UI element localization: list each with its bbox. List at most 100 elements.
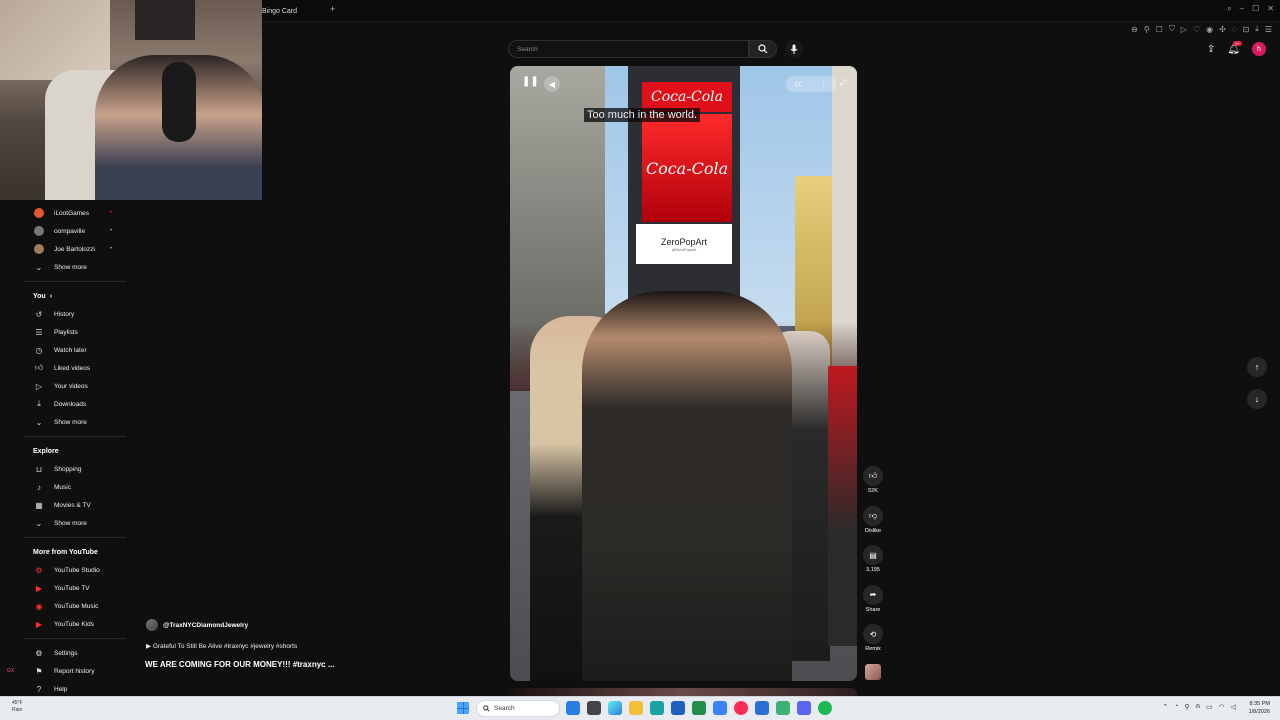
windows-start-icon[interactable] bbox=[457, 702, 469, 714]
volume-icon[interactable]: ◀ bbox=[544, 76, 560, 92]
account-avatar[interactable]: h bbox=[1252, 42, 1266, 56]
you-show-more[interactable]: ⌄ Show more bbox=[24, 413, 126, 431]
sidebar-item-label: Music bbox=[54, 483, 71, 491]
taskbar-app-icon[interactable] bbox=[566, 701, 580, 715]
fullscreen-icon[interactable]: ⤢ bbox=[840, 78, 852, 90]
channel-info[interactable]: @TraxNYCDiamondJewelry bbox=[146, 619, 248, 631]
more-options-icon[interactable]: ⋮ bbox=[820, 80, 827, 88]
new-tab-button[interactable]: + bbox=[330, 4, 335, 14]
zoom-icon[interactable]: ⊖ bbox=[1131, 25, 1138, 34]
share-action[interactable]: ➦ Share bbox=[862, 584, 884, 625]
extension-icon[interactable]: ◉ bbox=[1206, 25, 1213, 34]
chat-icon[interactable]: ◌ bbox=[1232, 25, 1237, 34]
spotify-icon[interactable] bbox=[818, 701, 832, 715]
menu-icon[interactable]: ☰ bbox=[1265, 25, 1272, 34]
sidebar-item-your-videos[interactable]: ▷ Your videos bbox=[24, 377, 126, 395]
wifi-icon[interactable]: ◠ bbox=[1219, 703, 1225, 711]
file-explorer-icon[interactable] bbox=[629, 701, 643, 715]
xbox-icon[interactable] bbox=[692, 701, 706, 715]
sidebar-item-music[interactable]: ♪ Music bbox=[24, 478, 126, 496]
mic-icon[interactable]: ⍝ bbox=[1196, 703, 1200, 711]
edge-icon[interactable] bbox=[650, 701, 664, 715]
browser-tab[interactable]: Bingo Card bbox=[262, 4, 297, 18]
download-icon[interactable]: ⤓ bbox=[1255, 24, 1259, 34]
sound-thumbnail[interactable] bbox=[865, 663, 881, 680]
weather-widget[interactable]: 45°F Rain bbox=[12, 700, 23, 714]
opera-gx-icon[interactable] bbox=[734, 701, 748, 715]
subscriptions-show-more[interactable]: ⌄ Show more bbox=[24, 258, 126, 276]
comment-icon[interactable]: ▤ bbox=[863, 545, 883, 565]
notifications-bell-icon[interactable]: 🔔︎ 9+ bbox=[1227, 40, 1242, 55]
store-icon[interactable] bbox=[671, 701, 685, 715]
notification-count-badge: 9+ bbox=[1233, 40, 1242, 46]
remix-action[interactable]: ⟲ Remix bbox=[862, 624, 884, 664]
close-icon[interactable]: ✕ bbox=[1267, 4, 1274, 14]
taskbar-search[interactable]: Search bbox=[476, 700, 560, 717]
volume-icon[interactable]: ◁ bbox=[1231, 703, 1236, 711]
minimize-icon[interactable]: – bbox=[1240, 4, 1244, 14]
sidebar-item-subscription[interactable]: iLootGames • bbox=[24, 204, 126, 222]
sidebar-item-youtube-studio[interactable]: ⚙ YouTube Studio bbox=[24, 561, 126, 579]
heart-icon[interactable]: ♡ bbox=[1193, 25, 1200, 34]
search-button[interactable] bbox=[749, 40, 777, 58]
next-short-button[interactable]: ↓ bbox=[1247, 389, 1267, 409]
search-tabs-icon[interactable]: ⌕ bbox=[1227, 4, 1231, 14]
sidebar-item-movies-tv[interactable]: ▦ Movies & TV bbox=[24, 496, 126, 514]
upload-icon[interactable]: ⇪ bbox=[1207, 44, 1215, 55]
maximize-icon[interactable]: ☐ bbox=[1252, 4, 1259, 14]
remix-icon[interactable]: ⟲ bbox=[863, 624, 883, 644]
explore-show-more[interactable]: ⌄ Show more bbox=[24, 514, 126, 532]
discord-icon[interactable] bbox=[797, 701, 811, 715]
video-description[interactable]: ▶ Grateful To Still Be Alive #traxnyc #j… bbox=[146, 642, 297, 650]
sidebar-item-shopping[interactable]: ⊔ Shopping bbox=[24, 460, 126, 478]
taskbar-clock[interactable]: 8:35 PM 1/8/2026 bbox=[1249, 700, 1270, 716]
chevron-up-icon[interactable]: ⌃ bbox=[1162, 703, 1168, 711]
task-view-icon[interactable] bbox=[587, 701, 601, 715]
captions-icon[interactable]: ㏄ bbox=[795, 79, 802, 89]
player-controls: ㏄ ⋮ bbox=[786, 76, 836, 92]
pause-icon[interactable]: ❚❚ bbox=[522, 76, 539, 90]
mail-icon[interactable] bbox=[713, 701, 727, 715]
like-action[interactable]: 👍︎ 52K bbox=[862, 466, 884, 506]
display-icon[interactable]: ▭ bbox=[1206, 703, 1213, 711]
app-icon[interactable] bbox=[755, 701, 769, 715]
you-section-title[interactable]: You › bbox=[24, 287, 126, 305]
dislike-action[interactable]: 👎︎ Dislike bbox=[862, 505, 884, 546]
gx-corner-logo: GX bbox=[7, 668, 15, 674]
spreadsheet-icon[interactable] bbox=[776, 701, 790, 715]
comments-action[interactable]: ▤ 3,195 bbox=[862, 545, 884, 585]
bookmark-icon[interactable]: ☐ bbox=[1156, 25, 1163, 34]
shield-icon[interactable]: ⛉ bbox=[1169, 24, 1175, 34]
share-icon[interactable]: ➦ bbox=[863, 584, 883, 605]
network-icon[interactable]: ◔ bbox=[1174, 703, 1178, 711]
pin-icon[interactable]: ⚲ bbox=[1185, 703, 1190, 711]
sidebar-item-playlists[interactable]: ☰ Playlists bbox=[24, 323, 126, 341]
lock-icon[interactable]: ⊡ bbox=[1243, 25, 1250, 34]
search-input[interactable]: Search bbox=[508, 40, 749, 58]
puzzle-icon[interactable]: ✣ bbox=[1219, 25, 1226, 34]
previous-short-button[interactable]: ↑ bbox=[1247, 357, 1267, 377]
sidebar-item-subscription[interactable]: oompaville • bbox=[24, 222, 126, 240]
like-icon[interactable]: 👍︎ bbox=[863, 466, 883, 486]
pin-icon[interactable]: ⚲ bbox=[1144, 25, 1150, 34]
shorts-video-player[interactable]: Coca-Cola Coca-Cola ZeroPopArt @ZeroPopAr… bbox=[510, 66, 857, 681]
channel-avatar[interactable] bbox=[146, 619, 158, 631]
sidebar-item-youtube-kids[interactable]: ▶ YouTube Kids bbox=[24, 615, 126, 633]
sidebar-item-youtube-music[interactable]: ◉ YouTube Music bbox=[24, 597, 126, 615]
next-short-preview[interactable] bbox=[510, 688, 857, 696]
microphone-icon bbox=[790, 44, 798, 54]
sidebar-item-report-history[interactable]: ⚑ Report history bbox=[24, 662, 126, 680]
sidebar-item-youtube-tv[interactable]: ▶ YouTube TV bbox=[24, 579, 126, 597]
copilot-icon[interactable] bbox=[608, 701, 622, 715]
sidebar-item-subscription[interactable]: Joe Bartolozzi • bbox=[24, 240, 126, 258]
dislike-icon[interactable]: 👎︎ bbox=[863, 505, 883, 526]
sidebar-item-liked-videos[interactable]: 👍︎ Liked videos bbox=[24, 359, 126, 377]
sidebar-item-settings[interactable]: ⚙ Settings bbox=[24, 644, 126, 662]
sidebar-item-downloads[interactable]: ⤓ Downloads bbox=[24, 395, 126, 413]
sidebar-item-watch-later[interactable]: ◷ Watch later bbox=[24, 341, 126, 359]
voice-search-button[interactable] bbox=[785, 40, 803, 58]
channel-handle[interactable]: @TraxNYCDiamondJewelry bbox=[163, 622, 248, 629]
video-title[interactable]: WE ARE COMING FOR OUR MONEY!!! #traxnyc … bbox=[145, 660, 335, 669]
play-icon[interactable]: ▷ bbox=[1181, 25, 1187, 34]
sidebar-item-history[interactable]: ↺ History bbox=[24, 305, 126, 323]
